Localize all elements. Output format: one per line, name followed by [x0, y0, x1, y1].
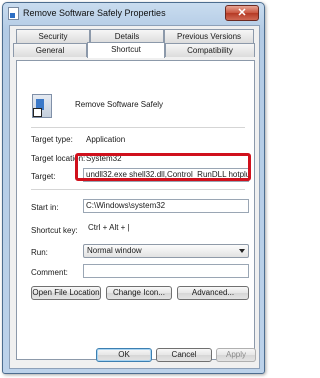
- open-file-location-button[interactable]: Open File Location: [31, 286, 101, 300]
- window-app-icon: [8, 7, 19, 20]
- target-label: Target:: [31, 172, 56, 181]
- close-button[interactable]: ✕: [225, 5, 259, 21]
- run-label: Run:: [31, 248, 48, 257]
- tab-shortcut[interactable]: Shortcut: [87, 42, 165, 58]
- shortcut-key-label: Shortcut key:: [31, 226, 78, 235]
- tab-previous-versions[interactable]: Previous Versions: [164, 29, 254, 43]
- dialog-client-area: Security Details Previous Versions Gener…: [9, 25, 260, 369]
- target-type-value: Application: [86, 135, 126, 144]
- run-dropdown[interactable]: Normal window: [83, 244, 249, 258]
- properties-window: Remove Software Safely Properties ✕ Secu…: [2, 2, 265, 374]
- shortcut-key-highlight: [75, 153, 251, 181]
- shortcut-name: Remove Software Safely: [75, 100, 164, 109]
- title-bar[interactable]: Remove Software Safely Properties ✕: [3, 3, 264, 25]
- change-icon-button[interactable]: Change Icon...: [106, 286, 172, 300]
- comment-label: Comment:: [31, 268, 68, 277]
- tab-general[interactable]: General: [13, 43, 87, 57]
- tab-security[interactable]: Security: [16, 29, 90, 43]
- ok-button[interactable]: OK: [96, 348, 152, 362]
- comment-input[interactable]: [83, 264, 249, 278]
- close-icon: ✕: [237, 7, 247, 19]
- tab-details[interactable]: Details: [90, 29, 164, 43]
- divider: [31, 189, 245, 190]
- window-title: Remove Software Safely Properties: [23, 8, 166, 18]
- cancel-button[interactable]: Cancel: [156, 348, 212, 362]
- shortcut-tab-panel: Remove Software Safely Target type: Appl…: [16, 60, 255, 360]
- apply-button[interactable]: Apply: [216, 348, 256, 362]
- advanced-button[interactable]: Advanced...: [177, 286, 249, 300]
- tab-compatibility[interactable]: Compatibility: [165, 43, 255, 57]
- shortcut-app-icon: [32, 94, 52, 118]
- run-selected-value: Normal window: [87, 246, 142, 255]
- divider: [31, 127, 245, 128]
- start-in-label: Start in:: [31, 203, 59, 212]
- shortcut-key-input[interactable]: Ctrl + Alt + |: [86, 222, 246, 236]
- start-in-input[interactable]: C:\Windows\system32: [83, 199, 249, 213]
- target-type-label: Target type:: [31, 135, 73, 144]
- chevron-down-icon: [239, 249, 245, 253]
